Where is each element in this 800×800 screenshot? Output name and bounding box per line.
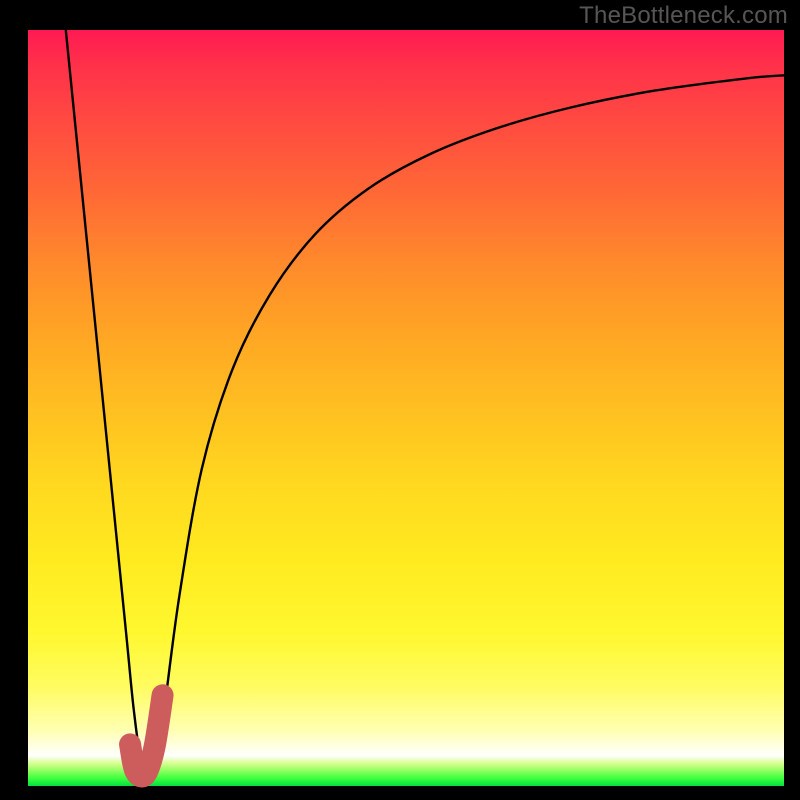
curve-layer [28, 30, 784, 786]
optimal-marker [130, 695, 163, 776]
chart-frame: TheBottleneck.com [0, 0, 800, 800]
plot-area [28, 30, 784, 786]
bottleneck-curve [66, 30, 784, 772]
watermark-text: TheBottleneck.com [579, 2, 788, 30]
